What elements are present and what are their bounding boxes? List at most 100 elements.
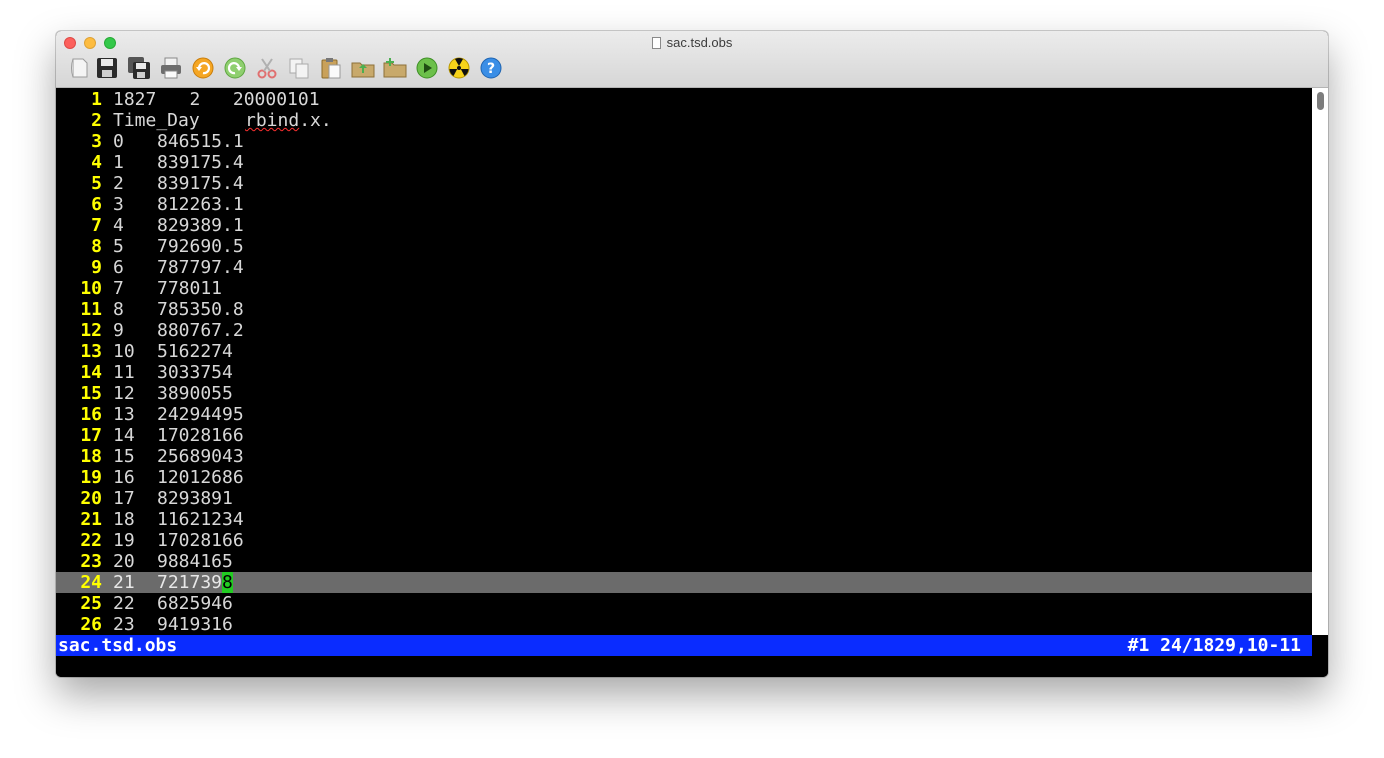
line-value: 829389.1 [157, 215, 244, 236]
paste-icon[interactable] [318, 55, 344, 81]
line-text-col2: 11621234 [157, 509, 244, 530]
line-value: 9884165 [157, 551, 233, 572]
new-folder-icon[interactable] [382, 55, 408, 81]
line-number: 21 [80, 509, 102, 530]
line-text-col2: 9419316 [157, 614, 233, 635]
line-number: 23 [80, 551, 102, 572]
line-value: 17028166 [157, 425, 244, 446]
editor-line[interactable]: 14 11 3033754 [56, 362, 1312, 383]
cut-icon[interactable] [254, 55, 280, 81]
line-number: 20 [80, 488, 102, 509]
line-text-col1: 9 [113, 320, 124, 341]
scrollbar-thumb[interactable] [1317, 92, 1324, 110]
editor-line[interactable]: 23 20 9884165 [56, 551, 1312, 572]
radiation-icon[interactable] [446, 55, 472, 81]
line-text-col2: 7217398 [157, 572, 233, 593]
editor-line[interactable]: 11 8 785350.8 [56, 299, 1312, 320]
line-text-col1: 23 [113, 614, 135, 635]
status-position: #1 24/1829,10-11 [1127, 635, 1301, 656]
line-text-col2: 880767.2 [157, 320, 244, 341]
line-text-col1: 16 [113, 467, 135, 488]
editor-line[interactable]: 22 19 17028166 [56, 530, 1312, 551]
help-icon[interactable]: ? [478, 55, 504, 81]
editor-line[interactable]: 12 9 880767.2 [56, 320, 1312, 341]
editor-line[interactable]: 7 4 829389.1 [56, 215, 1312, 236]
editor-line[interactable]: 2 Time_Day rbind.x. [56, 110, 1312, 131]
line-text-col1: 14 [113, 425, 135, 446]
editor-line[interactable]: 8 5 792690.5 [56, 236, 1312, 257]
line-value: 25689043 [157, 446, 244, 467]
text-editor[interactable]: 1 1827 2 20000101 2 Time_Day rbind.x. 3 0 84651… [56, 88, 1312, 635]
editor-line[interactable]: 16 13 24294495 [56, 404, 1312, 425]
line-number: 8 [91, 236, 102, 257]
line-text-col1: Time_Day [113, 110, 200, 131]
redo-icon[interactable] [222, 55, 248, 81]
line-text-col1: 10 [113, 341, 135, 362]
command-line[interactable] [56, 656, 1328, 677]
title-bar: sac.tsd.obs ? [56, 31, 1328, 88]
line-text-col2: 2 20000101 [157, 89, 320, 110]
editor-line[interactable]: 21 18 11621234 [56, 509, 1312, 530]
copy-icon[interactable] [286, 55, 312, 81]
undo-icon[interactable] [190, 55, 216, 81]
print-icon[interactable] [158, 55, 184, 81]
editor-line[interactable]: 18 15 25689043 [56, 446, 1312, 467]
line-value: 5162274 [157, 341, 233, 362]
line-text-col2: 25689043 [157, 446, 244, 467]
editor-line[interactable]: 3 0 846515.1 [56, 131, 1312, 152]
editor-line[interactable]: 25 22 6825946 [56, 593, 1312, 614]
line-text-col1: 3 [113, 194, 124, 215]
editor-line[interactable]: 20 17 8293891 [56, 488, 1312, 509]
editor-line[interactable]: 9 6 787797.4 [56, 257, 1312, 278]
line-value: 785350.8 [157, 299, 244, 320]
line-value: 12012686 [157, 467, 244, 488]
line-text-col2: 24294495 [157, 404, 244, 425]
new-document-icon[interactable] [66, 55, 92, 81]
line-number: 6 [91, 194, 102, 215]
line-value: 3890055 [157, 383, 233, 404]
editor-line[interactable]: 10 7 778011 [56, 278, 1312, 299]
line-text-col2: 17028166 [157, 425, 244, 446]
line-text-col2: 8293891 [157, 488, 233, 509]
status-bar: sac.tsd.obs #1 24/1829,10-11 [56, 635, 1312, 656]
editor-line[interactable]: 13 10 5162274 [56, 341, 1312, 362]
editor-window: sac.tsd.obs ? 1 1827 2 20000101 2 Time_D… [56, 31, 1328, 677]
save-all-icon[interactable] [126, 55, 152, 81]
line-text-col2: rbind.x. [245, 110, 332, 131]
line-value: 6825946 [157, 593, 233, 614]
line-text-col2: 3890055 [157, 383, 233, 404]
editor-line[interactable]: 24 21 7217398 [56, 572, 1312, 593]
line-number: 19 [80, 467, 102, 488]
editor-line[interactable]: 5 2 839175.4 [56, 173, 1312, 194]
line-text-col2: 785350.8 [157, 299, 244, 320]
text-cursor: 8 [222, 572, 233, 593]
line-text-col2: 12012686 [157, 467, 244, 488]
editor-line[interactable]: 4 1 839175.4 [56, 152, 1312, 173]
editor-line[interactable]: 26 23 9419316 [56, 614, 1312, 635]
line-number: 2 [91, 110, 102, 131]
editor-line[interactable]: 17 14 17028166 [56, 425, 1312, 446]
editor-line[interactable]: 15 12 3890055 [56, 383, 1312, 404]
line-text-col1: 20 [113, 551, 135, 572]
line-number: 18 [80, 446, 102, 467]
line-number: 26 [80, 614, 102, 635]
line-text-col1: 15 [113, 446, 135, 467]
line-number: 9 [91, 257, 102, 278]
line-text-col2: 792690.5 [157, 236, 244, 257]
editor-line[interactable]: 6 3 812263.1 [56, 194, 1312, 215]
line-number: 10 [80, 278, 102, 299]
editor-line[interactable]: 19 16 12012686 [56, 467, 1312, 488]
line-number: 12 [80, 320, 102, 341]
line-text-col2: 812263.1 [157, 194, 244, 215]
line-text-col1: 19 [113, 530, 135, 551]
open-folder-icon[interactable] [350, 55, 376, 81]
vertical-scrollbar[interactable] [1312, 88, 1328, 635]
run-icon[interactable] [414, 55, 440, 81]
line-text-col1: 17 [113, 488, 135, 509]
line-value: 3033754 [157, 362, 233, 383]
editor-line[interactable]: 1 1827 2 20000101 [56, 89, 1312, 110]
status-filename: sac.tsd.obs [58, 635, 178, 656]
line-text-col1: 6 [113, 257, 124, 278]
save-icon[interactable] [94, 55, 120, 81]
line-number: 5 [91, 173, 102, 194]
